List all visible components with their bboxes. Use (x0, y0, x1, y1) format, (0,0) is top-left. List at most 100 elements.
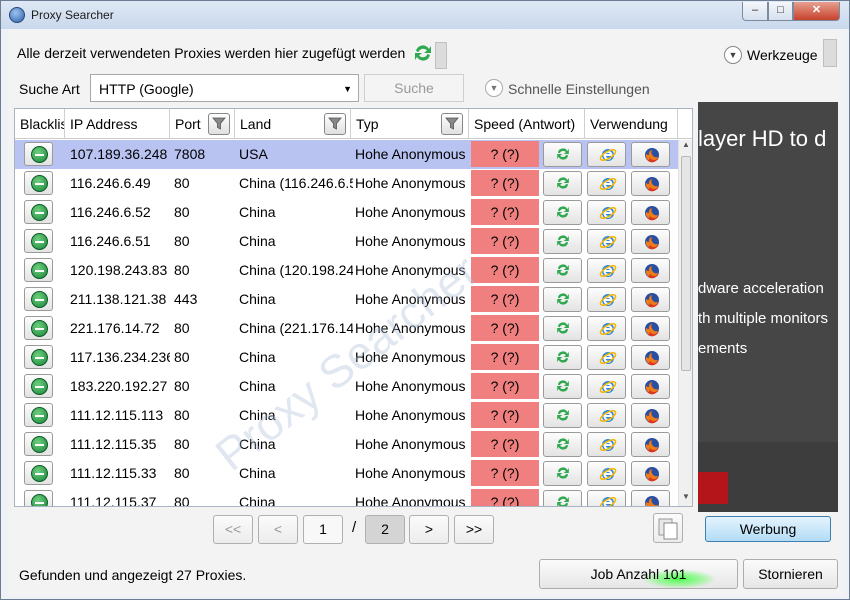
prev-page-button[interactable]: < (258, 515, 298, 544)
ad-button[interactable]: Werbung (705, 516, 831, 542)
minimize-button[interactable]: – (742, 2, 768, 21)
use-in-ie-button[interactable] (587, 142, 626, 167)
blacklist-button[interactable] (24, 171, 53, 195)
table-row[interactable]: 111.12.115.33 80 China Hohe Anonymous ? (?) (15, 459, 678, 488)
quick-settings-toggle[interactable]: Schnelle Einstellungen (508, 81, 650, 97)
refresh-proxy-button[interactable] (543, 461, 582, 486)
search-type-select[interactable]: HTTP (Google) ▼ (90, 74, 359, 102)
refresh-proxy-button[interactable] (543, 229, 582, 254)
table-row[interactable]: 111.12.115.37 80 China Hohe Anonymous ? (?) (15, 488, 678, 506)
table-row[interactable]: 116.246.6.51 80 China Hohe Anonymous ? (?) (15, 227, 678, 256)
maximize-button[interactable]: □ (768, 2, 793, 21)
refresh-icon[interactable] (412, 42, 434, 64)
ad-banner[interactable]: layer HD to d dware acceleration th mult… (698, 102, 838, 512)
use-in-firefox-button[interactable] (631, 316, 670, 341)
toolbar-grip-right[interactable] (823, 39, 837, 67)
use-in-ie-button[interactable] (587, 171, 626, 196)
table-row[interactable]: 116.246.6.52 80 China Hohe Anonymous ? (?) (15, 198, 678, 227)
table-row[interactable]: 183.220.192.27 80 China Hohe Anonymous ? (?) (15, 372, 678, 401)
use-in-firefox-button[interactable] (631, 432, 670, 457)
refresh-proxy-button[interactable] (543, 142, 582, 167)
close-button[interactable]: ✕ (793, 2, 840, 21)
job-count-button[interactable]: Job Anzahl 101 (539, 559, 738, 589)
blacklist-button[interactable] (24, 200, 53, 224)
use-in-ie-button[interactable] (587, 200, 626, 225)
refresh-proxy-button[interactable] (543, 374, 582, 399)
column-header-ip[interactable]: IP Address (65, 109, 170, 139)
refresh-proxy-button[interactable] (543, 490, 582, 506)
page-2-button[interactable]: 2 (365, 515, 405, 544)
last-page-button[interactable]: >> (454, 515, 494, 544)
blacklist-button[interactable] (24, 490, 53, 506)
toolbar-grip[interactable] (435, 42, 447, 69)
use-in-ie-button[interactable] (587, 287, 626, 312)
tools-menu[interactable]: Werkzeuge (747, 47, 818, 63)
use-in-ie-button[interactable] (587, 432, 626, 457)
use-in-ie-button[interactable] (587, 229, 626, 254)
column-header-blacklist[interactable]: Blacklist (15, 109, 65, 139)
table-row[interactable]: 116.246.6.49 80 China (116.246.6.5 Hohe Ano… (15, 169, 678, 198)
land-filter-icon[interactable] (324, 113, 346, 135)
use-in-firefox-button[interactable] (631, 287, 670, 312)
blacklist-button[interactable] (24, 287, 53, 311)
column-header-speed[interactable]: Speed (Antwort) (469, 109, 585, 139)
use-in-firefox-button[interactable] (631, 171, 670, 196)
use-in-ie-button[interactable] (587, 374, 626, 399)
use-in-ie-button[interactable] (587, 490, 626, 506)
table-row[interactable]: 107.189.36.248 7808 USA Hohe Anonymous ? (?) (15, 140, 678, 169)
table-row[interactable]: 221.176.14.72 80 China (221.176.14. Hohe An… (15, 314, 678, 343)
refresh-proxy-button[interactable] (543, 287, 582, 312)
scroll-down-icon[interactable]: ▼ (679, 492, 692, 506)
blacklist-button[interactable] (24, 229, 53, 253)
chevron-down-icon[interactable]: ▼ (724, 46, 742, 64)
refresh-proxy-button[interactable] (543, 200, 582, 225)
blacklist-button[interactable] (24, 374, 53, 398)
vertical-scrollbar[interactable]: ▲ ▼ (678, 140, 692, 506)
blacklist-button[interactable] (24, 258, 53, 282)
table-row[interactable]: 120.198.243.83 80 China (120.198.243 Hohe A… (15, 256, 678, 285)
copy-icon[interactable] (653, 513, 683, 543)
search-button[interactable]: Suche (364, 74, 464, 102)
table-row[interactable]: 111.12.115.35 80 China Hohe Anonymous ? (?) (15, 430, 678, 459)
use-in-firefox-button[interactable] (631, 490, 670, 506)
refresh-proxy-button[interactable] (543, 403, 582, 428)
next-page-button[interactable]: > (409, 515, 449, 544)
use-in-firefox-button[interactable] (631, 461, 670, 486)
port-filter-icon[interactable] (208, 113, 230, 135)
blacklist-button[interactable] (24, 345, 53, 369)
table-row[interactable]: 117.136.234.236 80 China Hohe Anonymous ? (?… (15, 343, 678, 372)
first-page-button[interactable]: << (213, 515, 253, 544)
refresh-proxy-button[interactable] (543, 171, 582, 196)
use-in-firefox-button[interactable] (631, 345, 670, 370)
refresh-proxy-button[interactable] (543, 432, 582, 457)
column-header-usage[interactable]: Verwendung (585, 109, 678, 139)
use-in-firefox-button[interactable] (631, 229, 670, 254)
use-in-firefox-button[interactable] (631, 374, 670, 399)
table-row[interactable]: 211.138.121.38 443 China Hohe Anonymous ? (?… (15, 285, 678, 314)
cancel-button[interactable]: Stornieren (743, 559, 838, 589)
use-in-ie-button[interactable] (587, 258, 626, 283)
blacklist-button[interactable] (24, 432, 53, 456)
page-1-button[interactable]: 1 (303, 515, 343, 544)
use-in-ie-button[interactable] (587, 461, 626, 486)
title-bar[interactable]: Proxy Searcher – □ ✕ (1, 1, 849, 29)
use-in-ie-button[interactable] (587, 403, 626, 428)
blacklist-button[interactable] (24, 316, 53, 340)
use-in-firefox-button[interactable] (631, 403, 670, 428)
use-in-ie-button[interactable] (587, 316, 626, 341)
use-in-firefox-button[interactable] (631, 200, 670, 225)
scroll-up-icon[interactable]: ▲ (679, 140, 692, 154)
use-in-firefox-button[interactable] (631, 142, 670, 167)
blacklist-button[interactable] (24, 142, 53, 166)
use-in-ie-button[interactable] (587, 345, 626, 370)
blacklist-button[interactable] (24, 461, 53, 485)
use-in-firefox-button[interactable] (631, 258, 670, 283)
typ-filter-icon[interactable] (441, 113, 463, 135)
refresh-proxy-button[interactable] (543, 345, 582, 370)
blacklist-button[interactable] (24, 403, 53, 427)
chevron-down-icon[interactable]: ▼ (485, 79, 503, 97)
refresh-proxy-button[interactable] (543, 316, 582, 341)
scrollbar-thumb[interactable] (681, 156, 691, 371)
table-row[interactable]: 111.12.115.113 80 China Hohe Anonymous ? (?) (15, 401, 678, 430)
refresh-proxy-button[interactable] (543, 258, 582, 283)
